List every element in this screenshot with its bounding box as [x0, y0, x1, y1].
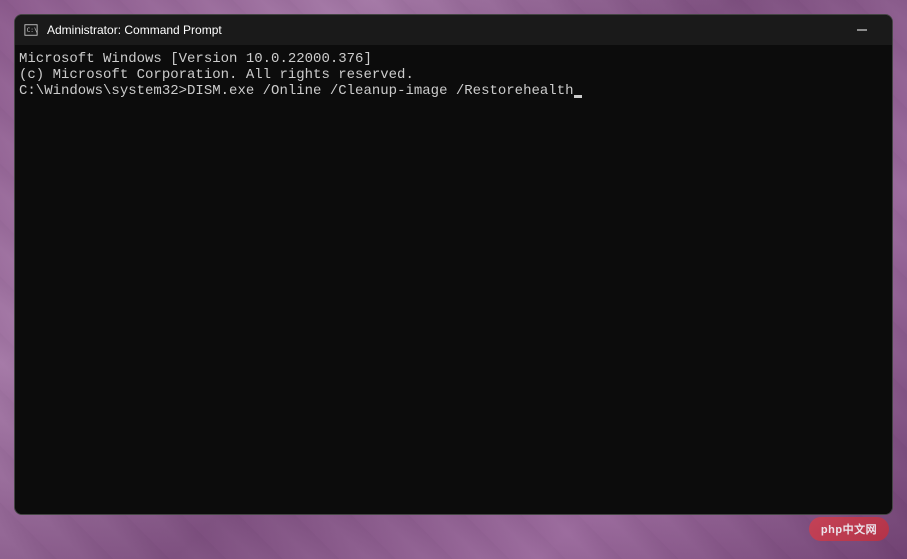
version-line: Microsoft Windows [Version 10.0.22000.37…: [19, 51, 888, 67]
command-line: C:\Windows\system32>DISM.exe /Online /Cl…: [19, 83, 888, 99]
cmd-icon: C:\: [23, 22, 39, 38]
command-prompt-window: C:\ Administrator: Command Prompt Micros…: [14, 14, 893, 515]
command-input: DISM.exe /Online /Cleanup-image /Restore…: [187, 83, 573, 99]
titlebar[interactable]: C:\ Administrator: Command Prompt: [15, 15, 892, 45]
svg-text:C:\: C:\: [27, 27, 38, 34]
window-title: Administrator: Command Prompt: [47, 23, 839, 37]
watermark-badge: php中文网: [809, 517, 889, 541]
cursor: [574, 95, 582, 98]
prompt: C:\Windows\system32>: [19, 83, 187, 99]
terminal-output[interactable]: Microsoft Windows [Version 10.0.22000.37…: [15, 45, 892, 514]
copyright-line: (c) Microsoft Corporation. All rights re…: [19, 67, 888, 83]
minimize-button[interactable]: [839, 15, 884, 45]
watermark-text: php中文网: [821, 521, 877, 537]
window-controls: [839, 15, 884, 45]
